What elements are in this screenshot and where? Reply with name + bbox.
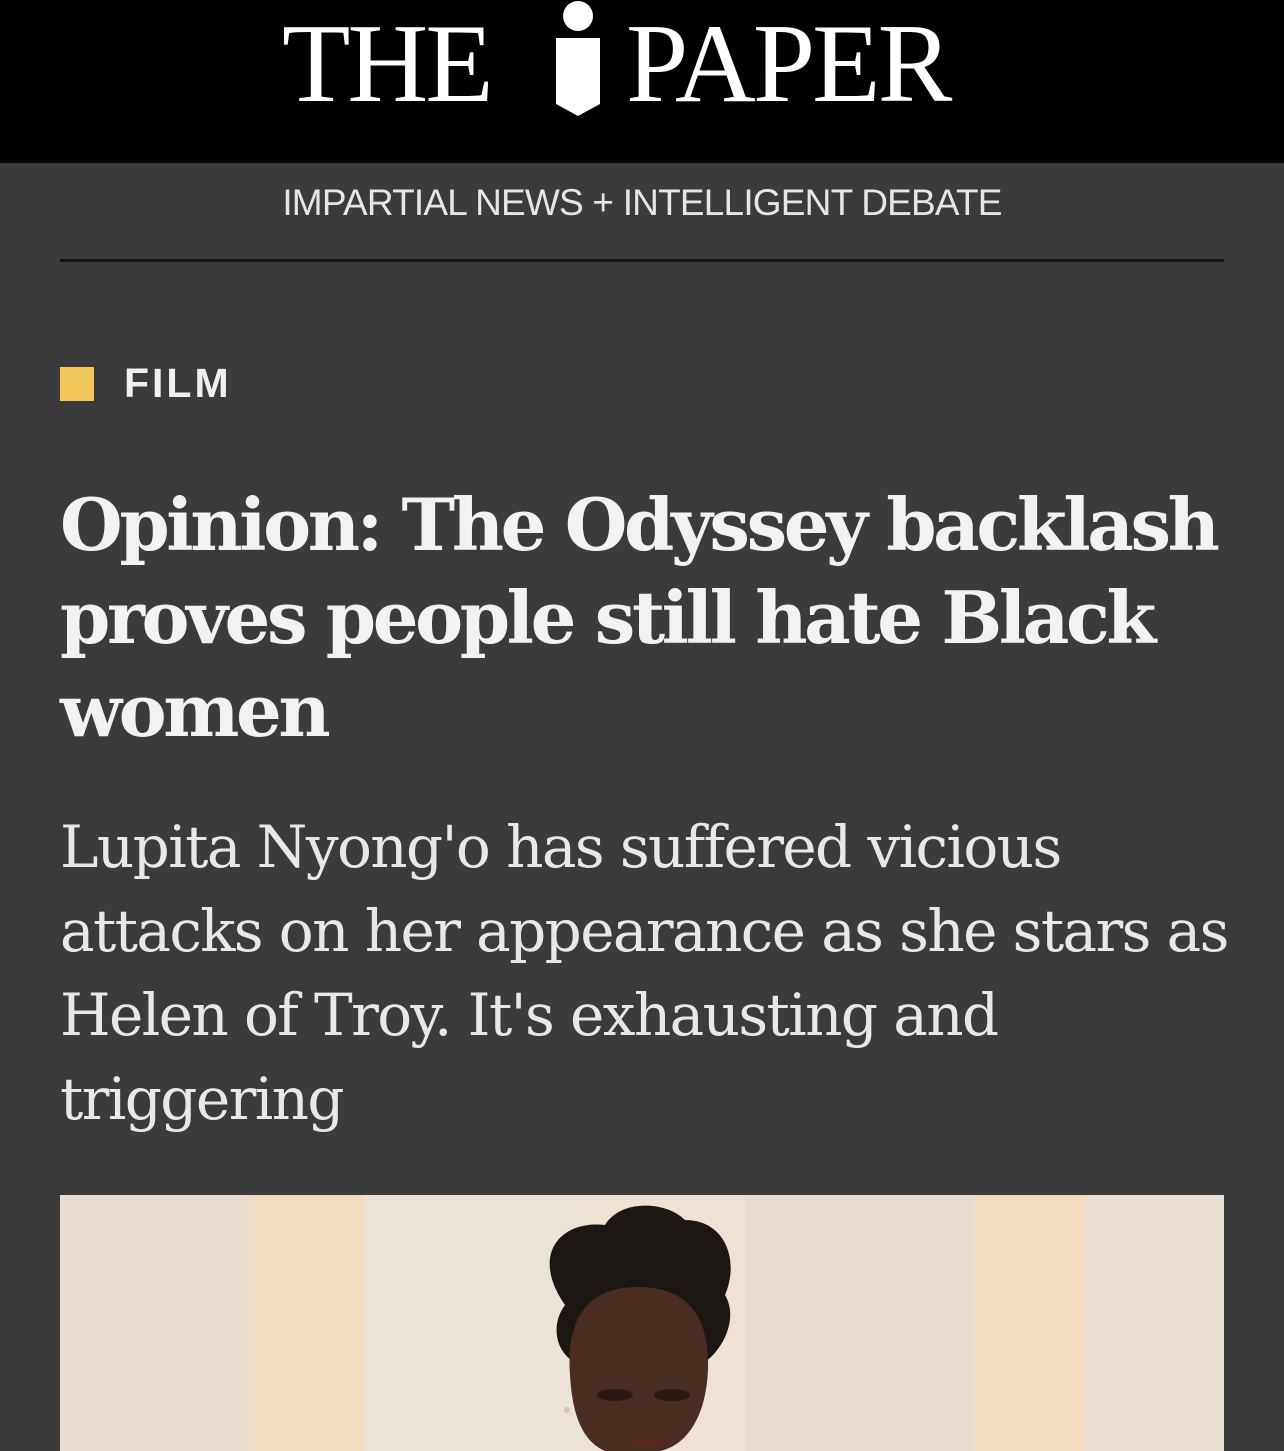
i-icon: [556, 1, 600, 116]
section-tag[interactable]: FILM: [60, 360, 232, 407]
tagline: IMPARTIAL NEWS + INTELLIGENT DEBATE: [282, 182, 1002, 223]
logo-text-paper: PAPER: [626, 2, 952, 126]
divider: [60, 259, 1224, 262]
article-standfirst: Lupita Nyong'o has suffered vicious atta…: [60, 813, 1229, 1133]
site-logo[interactable]: THE PAPER: [0, 0, 1284, 163]
section-label: FILM: [124, 360, 232, 406]
article-headline: Opinion: The Odyssey backlash proves peo…: [60, 482, 1220, 753]
masthead: THE PAPER: [0, 0, 1284, 163]
section-color-square: [60, 366, 94, 401]
logo-text-the: THE: [282, 2, 494, 126]
hero-image[interactable]: [60, 1195, 1224, 1451]
hero-photo-illustration: [60, 1195, 1224, 1451]
